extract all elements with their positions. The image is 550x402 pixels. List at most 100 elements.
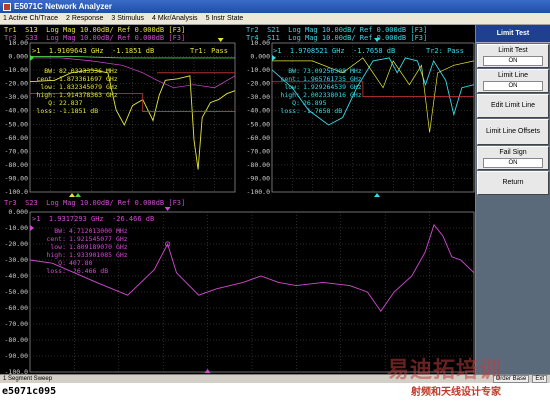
ch2-stat-value: -1.7658 dB [303,107,342,115]
ch3-marker-top [164,207,171,211]
return-button[interactable]: Return [477,171,549,195]
limit-test-value: ON [483,55,543,66]
ch2-y-tick: -70.00 [247,147,271,155]
figure-caption: e5071c095 [2,386,57,397]
ch1-y-tick: -40.00 [5,107,29,115]
ch3-stat-value: 1.921545077 GHz [69,235,128,243]
ch3-marker-readout: >1 1.9317293 GHz -26.466 dB [32,215,155,223]
ch2-y-tick: 0.000 [250,53,270,61]
ch1-y-tick: -30.00 [5,93,29,101]
ch2-stat-value: 73.09256308 MHz [303,67,362,75]
menu-response[interactable]: 2 Response [66,15,103,22]
status-ext: Ext [532,375,547,383]
ch1-y-tick: -80.00 [5,161,29,169]
menu-active-ch[interactable]: 1 Active Ch/Trace [3,15,58,22]
menu-bar: 1 Active Ch/Trace 2 Response 3 Stimulus … [0,13,550,25]
ch3-stat-label: cent: [46,235,66,243]
ch3-stat-label: loss: [46,267,66,275]
ch3-stat-value: -26.466 dB [69,267,108,275]
ch3-stat-value: 407.80 [69,259,93,267]
limit-test-label: Limit Test [498,46,528,54]
menu-mkr-analysis[interactable]: 4 Mkr/Analysis [152,15,198,22]
ch3-ref-arrow [30,225,34,231]
ch3-y-tick: -70.00 [5,320,29,328]
ch1-y-tick: -70.00 [5,147,29,155]
ch3-y-tick: -20.00 [5,240,29,248]
ch1-stat-value: 22.837 [59,99,83,107]
ch1-stat-value: 82.03333336 MHz [59,67,118,75]
ch3-stat-label: high: [46,251,66,259]
ch1-stat-label: cent: [36,75,56,83]
ch2-stat-label: Q: [292,99,300,107]
ch3-y-tick: -40.00 [5,272,29,280]
ch1-y-tick: 0.000 [8,53,28,61]
ch3-y-tick: -30.00 [5,256,29,264]
ch2-stat-label: cent: [280,75,300,83]
ch1-marker-readout: >1 1.9109643 GHz -1.1851 dB [32,47,155,55]
ch3-y-tick: -60.00 [5,304,29,312]
ch1-header-tr1: Tr1 S13 Log Mag 10.00dB/ Ref 0.000dB [F3… [4,26,186,34]
ch1-y-tick: -60.00 [5,134,29,142]
limit-line-offsets-label: Limit Line Offsets [486,128,540,135]
ch2-pass-label: Tr2: Pass [426,47,464,55]
ch1-stat-label: Q: [48,99,56,107]
ch2-y-tick: -10.00 [247,66,271,74]
ch2-y-tick: -40.00 [247,107,271,115]
app-icon [3,2,11,11]
ch1-stat-value: 1.914378363 GHz [59,91,118,99]
ch1-ref-arrow [30,54,34,61]
status-order: Order Base [492,375,530,383]
status-left: 1 Segment Sweep [3,376,53,382]
limit-line-button[interactable]: Limit Line ON [477,69,549,93]
ch1-stat-value: 1.832345079 GHz [59,83,118,91]
ch2-marker-readout: >1 1.9708521 GHz -1.7658 dB [273,47,396,55]
ch1-start-marker-2 [75,193,81,197]
limit-line-label: Limit Line [498,71,528,79]
ch1-stat-label: high: [36,91,56,99]
limit-test-button[interactable]: Limit Test ON [477,44,549,68]
ch2-y-tick: -100.0 [247,188,271,196]
menu-stimulus[interactable]: 3 Stimulus [111,15,144,22]
ch3-header-tr3: Tr3 S23 Log Mag 10.00dB/ Ref 0.000dB [F3… [4,199,186,207]
ch1-stat-label: low: [40,83,56,91]
fail-sign-label: Fail Sign [499,148,527,156]
edit-limit-line-button[interactable]: Edit Limit Line [477,94,549,118]
ch1-y-tick: -100.0 [5,188,29,196]
ch3-stat-label: low: [50,243,66,251]
ch2-ref-arrow [272,54,276,61]
ch3-y-tick: -90.00 [5,352,29,360]
ch2-y-tick: -90.00 [247,174,271,182]
ch1-stat-value: 1.873361697 GHz [59,75,118,83]
edit-limit-line-label: Edit Limit Line [491,102,535,109]
ch2-bottom-marker [374,193,381,197]
ch3-y-tick: -10.00 [5,224,29,232]
ch1-y-tick: -50.00 [5,120,29,128]
ch2-y-tick: -30.00 [247,93,271,101]
window-title: E5071C Network Analyzer [14,2,112,11]
ch1-y-tick: -20.00 [5,80,29,88]
fail-sign-button[interactable]: Fail Sign ON [477,146,549,170]
ch2-header-tr2: Tr2 S21 Log Mag 10.00dB/ Ref 0.000dB [F3… [246,26,428,34]
ch2-stat-label: low: [284,83,300,91]
ch3-stat-label: BW: [54,227,66,235]
return-label: Return [502,179,524,186]
ch1-marker-top [217,38,224,42]
ch3-stat-value: 1.933901085 GHz [69,251,128,259]
ch1-y-tick: -10.00 [5,66,29,74]
menu-instr-state[interactable]: 5 Instr State [206,15,244,22]
ch1-start-marker [69,193,75,197]
limit-line-offsets-button[interactable]: Limit Line Offsets [477,119,549,145]
analyzer-screen: 10.00 0.000 -10.00 -20.00 -30.00 -40.00 -50.00… [0,25,475,374]
softkey-panel: Limit Test Limit Test ON Limit Line ON E… [475,25,550,374]
ch3-stat-value: 1.809189070 GHz [69,243,128,251]
fail-sign-value: ON [483,157,543,168]
ch3-y-tick: -50.00 [5,288,29,296]
ch2-stat-label: high: [280,91,300,99]
ch1-stat-value: -1.1851 dB [59,107,98,115]
ch3-y-tick: 0.000 [8,208,28,216]
watermark-subtext: 射频和天线设计专家 [411,387,501,398]
ch2-stat-value: 1.965761735 GHz [303,75,362,83]
ch2-y-tick: -20.00 [247,80,271,88]
ch2-stat-value: 2.002338016 GHz [303,91,362,99]
ch2-y-tick: -80.00 [247,161,271,169]
